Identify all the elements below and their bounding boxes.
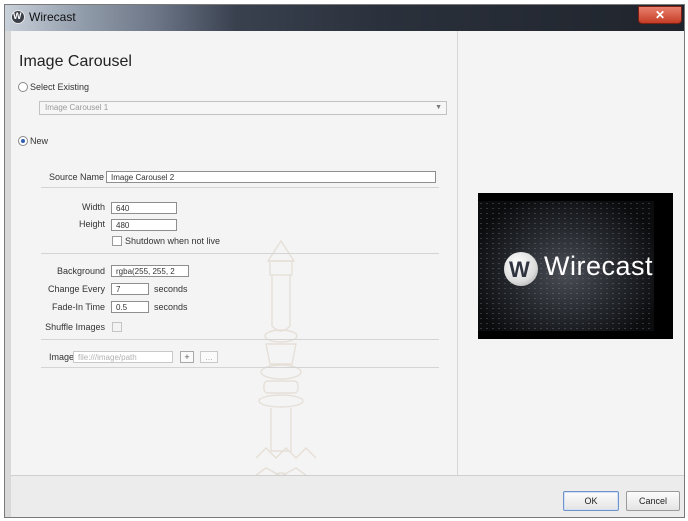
ok-button[interactable]: OK xyxy=(563,491,619,511)
source-name-label: Source Name xyxy=(49,172,105,182)
dialog-window: Wirecast ✕ Image Carousel xyxy=(4,4,685,518)
add-image-button[interactable]: + xyxy=(180,351,194,363)
width-label: Width xyxy=(81,202,105,212)
shuffle-images-checkbox[interactable] xyxy=(112,322,122,332)
fade-in-unit: seconds xyxy=(154,302,188,312)
existing-source-dropdown[interactable]: Image Carousel 1 ▼ xyxy=(39,101,447,115)
wirecast-app-icon xyxy=(11,10,25,24)
select-existing-radio[interactable] xyxy=(18,82,28,92)
shutdown-label: Shutdown when not live xyxy=(125,236,221,246)
background-color-input[interactable]: rgba(255, 255, 2 xyxy=(111,265,189,277)
change-every-label: Change Every xyxy=(47,284,105,294)
divider xyxy=(41,253,439,254)
select-existing-label: Select Existing xyxy=(30,82,90,92)
change-every-unit: seconds xyxy=(154,284,188,294)
preview-panel: Wirecast xyxy=(457,31,684,475)
dialog-footer: OK Cancel xyxy=(11,475,684,517)
preview-image: Wirecast xyxy=(478,193,673,339)
width-input[interactable]: 640 xyxy=(111,202,177,214)
cancel-button[interactable]: Cancel xyxy=(626,491,680,511)
image-label: Image xyxy=(49,352,75,362)
height-label: Height xyxy=(78,219,105,229)
new-radio[interactable] xyxy=(18,136,28,146)
image-path-input[interactable]: file:///image/path xyxy=(73,351,173,363)
page-title: Image Carousel xyxy=(19,53,132,70)
wirecast-logo-icon xyxy=(504,252,538,286)
window-title: Wirecast xyxy=(29,10,76,24)
new-label: New xyxy=(30,136,49,146)
divider xyxy=(41,339,439,340)
height-input[interactable]: 480 xyxy=(111,219,177,231)
dropdown-value: Image Carousel 1 xyxy=(45,103,109,112)
fade-in-input[interactable]: 0.5 xyxy=(111,301,149,313)
browse-image-button[interactable]: ... xyxy=(200,351,218,363)
close-button[interactable]: ✕ xyxy=(638,6,682,24)
shuffle-images-label: Shuffle Images xyxy=(45,322,105,332)
source-name-input[interactable]: Image Carousel 2 xyxy=(106,171,436,183)
shutdown-checkbox[interactable] xyxy=(112,236,122,246)
form-panel: Image Carousel Select Existing Image Car… xyxy=(11,31,684,517)
divider xyxy=(41,367,439,368)
preview-logo-text: Wirecast xyxy=(544,251,654,281)
fade-in-label: Fade-In Time xyxy=(51,302,105,312)
divider xyxy=(41,187,439,188)
background-label: Background xyxy=(56,266,105,276)
title-bar[interactable]: Wirecast ✕ xyxy=(5,5,684,31)
chevron-down-icon: ▼ xyxy=(435,104,442,111)
change-every-input[interactable]: 7 xyxy=(111,283,149,295)
